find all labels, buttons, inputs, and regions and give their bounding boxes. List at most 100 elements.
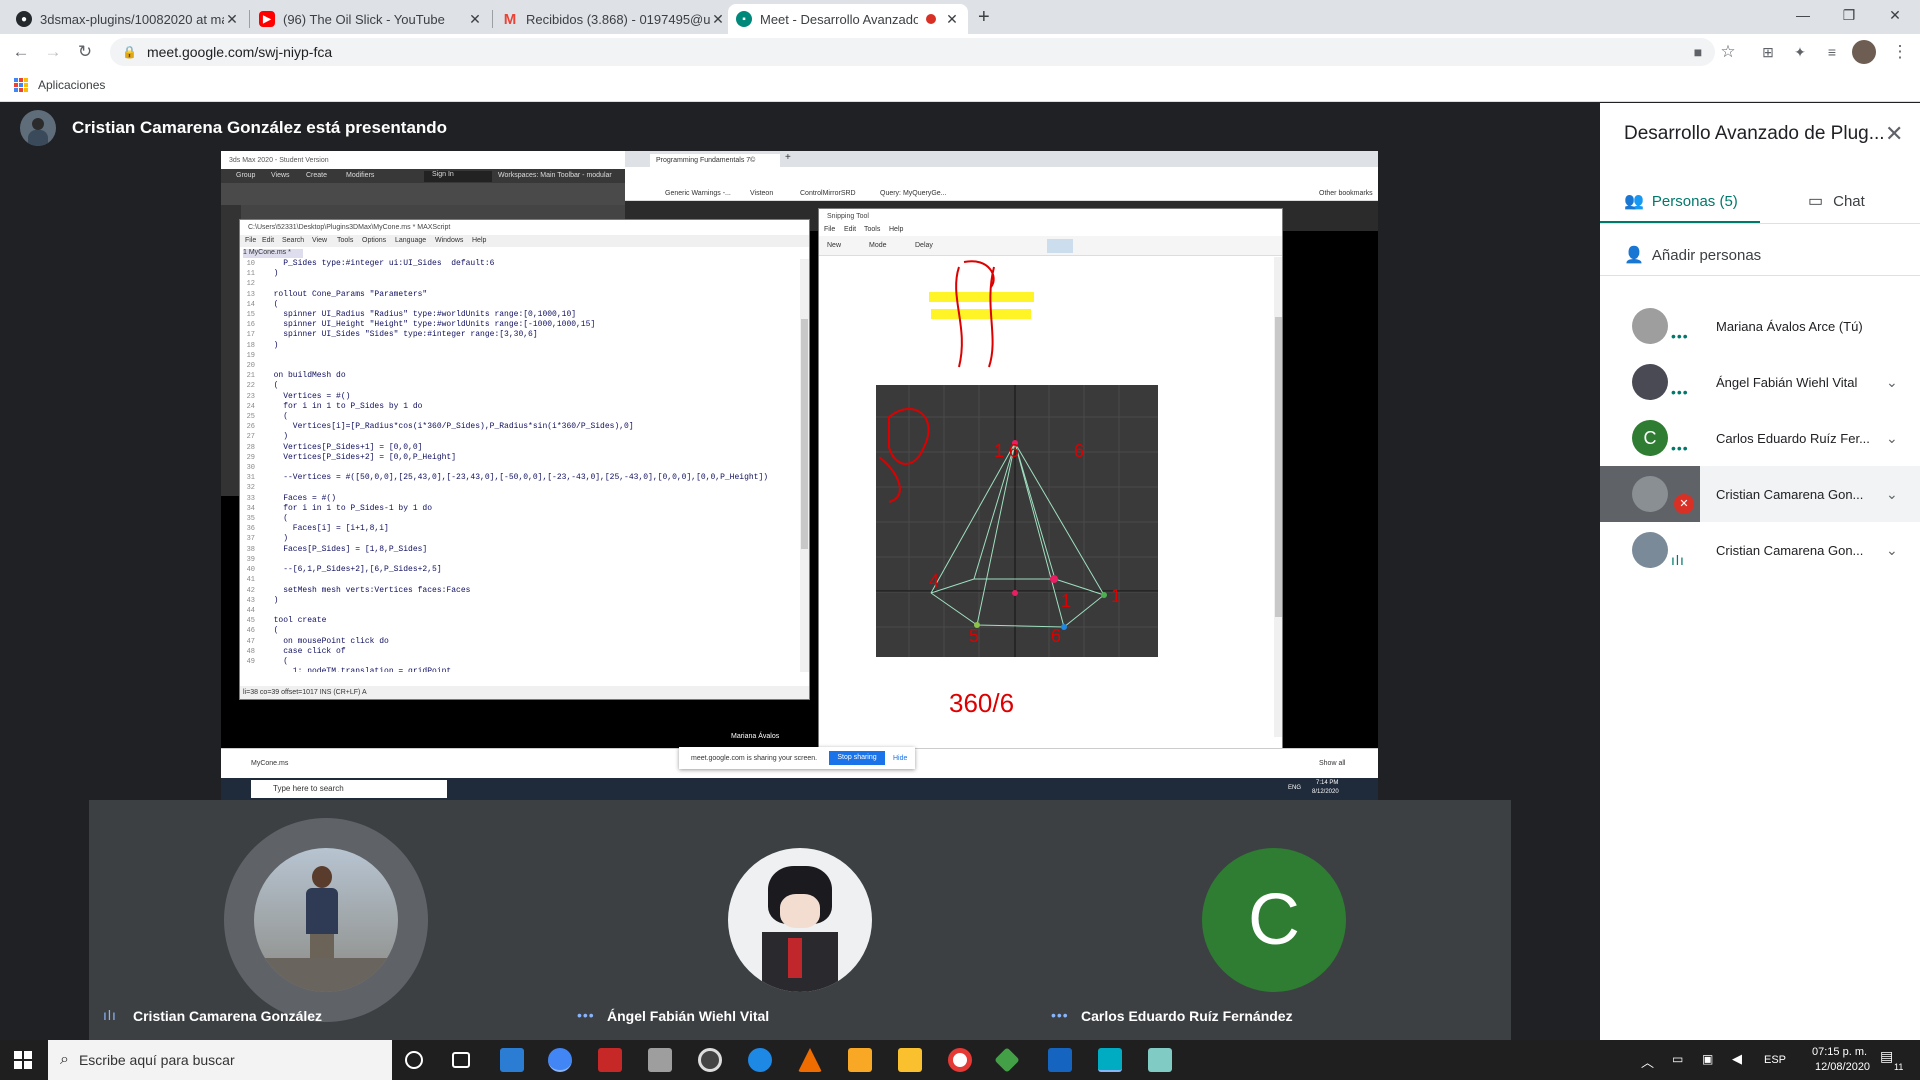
bookmark-star-icon[interactable]: ☆ bbox=[1716, 40, 1740, 64]
add-people-button[interactable]: 👤 Añadir personas bbox=[1624, 235, 1761, 275]
browser-tab-strip: ● 3dsmax-plugins/10082020 at ma ✕ ▶ (96)… bbox=[0, 0, 1920, 34]
presenter-avatar bbox=[20, 110, 56, 146]
sublime-icon[interactable] bbox=[848, 1048, 872, 1072]
participant-row[interactable]: ••• Mariana Ávalos Arce (Tú) bbox=[1600, 298, 1920, 354]
snip-toolbar: New Mode Delay bbox=[819, 236, 1282, 256]
app-icon[interactable] bbox=[648, 1048, 672, 1072]
participant-tile-2[interactable]: ••• Ángel Fabián Wiehl Vital bbox=[563, 800, 1037, 1040]
notification-count: 11 bbox=[1894, 1062, 1904, 1072]
audio-indicator-icon: ••• bbox=[1671, 328, 1689, 344]
participant-tile-1[interactable]: ılı Cristian Camarena González bbox=[89, 800, 563, 1040]
minimize-window-button[interactable]: — bbox=[1780, 0, 1826, 30]
presenter-banner: Cristian Camarena González está presenta… bbox=[20, 110, 447, 146]
windows-taskbar: ⌕ Escribe aquí para buscar ︿ ▭ ▣ ◀ ESP 0… bbox=[0, 1040, 1920, 1080]
close-panel-icon[interactable]: ✕ bbox=[1885, 121, 1903, 147]
svg-text:1 6: 1 6 bbox=[994, 441, 1019, 461]
forward-button[interactable]: → bbox=[41, 40, 65, 64]
participant-row[interactable]: ✕ Cristian Camarena Gon... ⌄ bbox=[1600, 466, 1920, 522]
participant-tile-3[interactable]: C ••• Carlos Eduardo Ruíz Fernández bbox=[1037, 800, 1511, 1040]
network-icon[interactable]: ▣ bbox=[1702, 1052, 1713, 1066]
participant-row[interactable]: ılı Cristian Camarena Gon... ⌄ bbox=[1600, 522, 1920, 578]
volume-icon[interactable]: ◀ bbox=[1732, 1051, 1742, 1067]
taskbar-search[interactable]: ⌕ Escribe aquí para buscar bbox=[48, 1040, 392, 1080]
browser-tab-gmail[interactable]: M Recibidos (3.868) - 0197495@up ✕ bbox=[494, 4, 734, 34]
browser-tab-meet[interactable]: ▪ Meet - Desarrollo Avanzado ✕ bbox=[728, 4, 968, 34]
menu-icon[interactable]: ⋮ bbox=[1888, 40, 1912, 64]
media-icon[interactable]: ≡ bbox=[1820, 40, 1844, 64]
browser-tab-github[interactable]: ● 3dsmax-plugins/10082020 at ma ✕ bbox=[8, 4, 248, 34]
apps-bookmark[interactable]: Aplicaciones bbox=[14, 78, 105, 92]
windows-start-icon[interactable] bbox=[14, 1051, 32, 1069]
inner-chrome-toolbar bbox=[625, 167, 1378, 187]
tab-people[interactable]: 👥 Personas (5) bbox=[1624, 181, 1738, 221]
inner-taskbar: Type here to search ENG 7:14 PM 8/12/202… bbox=[221, 778, 1378, 800]
mail-icon[interactable] bbox=[500, 1048, 524, 1072]
youtube-icon: ▶ bbox=[259, 11, 275, 27]
tray-chevron-icon[interactable]: ︿ bbox=[1641, 1052, 1654, 1071]
language-indicator[interactable]: ESP bbox=[1764, 1054, 1786, 1066]
snip-canvas[interactable]: 1 6 6 4 1 5 6 1 360/6 bbox=[819, 257, 1274, 737]
lock-icon: 🔒 bbox=[122, 45, 137, 59]
snip-scrollbar[interactable] bbox=[1274, 257, 1282, 737]
snip-menu: File Edit Tools Help bbox=[824, 226, 904, 233]
maxscript-menu: File Edit Search View Tools Options Lang… bbox=[240, 235, 809, 247]
battery-icon[interactable]: ▭ bbox=[1672, 1052, 1683, 1066]
close-tab-icon[interactable]: ✕ bbox=[710, 11, 726, 28]
address-bar[interactable]: 🔒 meet.google.com/swj-niyp-fca bbox=[110, 38, 1715, 66]
maxscript-window: C:\Users\52331\Desktop\Plugins3DMax\MyCo… bbox=[239, 219, 810, 700]
max-side-panel bbox=[221, 205, 241, 496]
presenting-title: Cristian Camarena González está presenta… bbox=[72, 118, 448, 137]
tile-name: Cristian Camarena González bbox=[133, 1008, 323, 1024]
chrome-icon[interactable] bbox=[948, 1048, 972, 1072]
chevron-down-icon[interactable]: ⌄ bbox=[1886, 430, 1898, 447]
status-bar: li=38 co=39 offset=1017 INS (CR+LF) A bbox=[240, 686, 809, 699]
browser-tab-youtube[interactable]: ▶ (96) The Oil Slick - YouTube ✕ bbox=[251, 4, 491, 34]
close-window-button[interactable]: ✕ bbox=[1872, 0, 1918, 30]
media-app-icon[interactable] bbox=[698, 1048, 722, 1072]
cortana-icon[interactable] bbox=[405, 1051, 423, 1069]
close-tab-icon[interactable]: ✕ bbox=[224, 11, 240, 28]
vlc-icon[interactable] bbox=[798, 1048, 822, 1072]
back-button[interactable]: ← bbox=[9, 40, 33, 64]
audio-level-icon: ılı bbox=[103, 1007, 117, 1023]
pen-tool-icon[interactable] bbox=[1047, 239, 1073, 253]
sharing-notification: meet.google.com is sharing your screen. … bbox=[679, 747, 915, 769]
edge-icon[interactable] bbox=[748, 1048, 772, 1072]
3dsmax-icon[interactable] bbox=[1098, 1048, 1122, 1072]
participant-row[interactable]: ••• Ángel Fabián Wiehl Vital ⌄ bbox=[1600, 354, 1920, 410]
chevron-down-icon[interactable]: ⌄ bbox=[1886, 374, 1898, 391]
participant-row[interactable]: C ••• Carlos Eduardo Ruíz Fer... ⌄ bbox=[1600, 410, 1920, 466]
maxscript-file-tab[interactable]: 1 MyCone.ms * bbox=[243, 249, 303, 258]
puzzle-icon[interactable]: ✦ bbox=[1788, 40, 1812, 64]
chevron-down-icon[interactable]: ⌄ bbox=[1886, 542, 1898, 559]
close-tab-icon[interactable]: ✕ bbox=[944, 11, 960, 28]
close-tab-icon[interactable]: ✕ bbox=[467, 11, 483, 28]
meet-icon: ▪ bbox=[736, 11, 752, 27]
chrome-icon[interactable] bbox=[548, 1048, 572, 1072]
reload-button[interactable]: ↻ bbox=[73, 40, 97, 64]
camera-icon[interactable]: ■ bbox=[1686, 40, 1710, 64]
code-editor[interactable]: P_Sides type:#integer ui:UI_Sides defaul… bbox=[264, 259, 794, 672]
editor-scrollbar[interactable] bbox=[800, 259, 809, 672]
clock-time[interactable]: 07:15 p. m. bbox=[1812, 1046, 1867, 1058]
maximize-window-button[interactable]: ❐ bbox=[1826, 0, 1872, 30]
extension-icon[interactable]: ⊞ bbox=[1756, 40, 1780, 64]
task-view-icon[interactable] bbox=[452, 1052, 470, 1068]
chevron-down-icon[interactable]: ⌄ bbox=[1886, 486, 1898, 503]
snipping-tool-icon[interactable] bbox=[1148, 1048, 1172, 1072]
max-menu: Group Views Create Modifiers Sign In Wor… bbox=[221, 169, 625, 183]
new-tab-button[interactable]: + bbox=[978, 6, 990, 29]
git-icon[interactable] bbox=[994, 1047, 1020, 1073]
notification-icon[interactable]: ▤ bbox=[1880, 1048, 1893, 1065]
hide-button[interactable]: Hide bbox=[893, 755, 907, 762]
clock-date[interactable]: 12/08/2020 bbox=[1815, 1061, 1870, 1073]
app-icon[interactable] bbox=[598, 1048, 622, 1072]
tile-name: Ángel Fabián Wiehl Vital bbox=[607, 1008, 770, 1024]
stop-sharing-button[interactable]: Stop sharing bbox=[829, 751, 885, 765]
profile-avatar[interactable] bbox=[1852, 40, 1876, 64]
powershell-icon[interactable] bbox=[1048, 1048, 1072, 1072]
apps-grid-icon bbox=[14, 78, 28, 92]
file-explorer-icon[interactable] bbox=[898, 1048, 922, 1072]
tab-chat[interactable]: ▭ Chat bbox=[1808, 181, 1865, 221]
svg-text:1: 1 bbox=[1111, 586, 1121, 606]
